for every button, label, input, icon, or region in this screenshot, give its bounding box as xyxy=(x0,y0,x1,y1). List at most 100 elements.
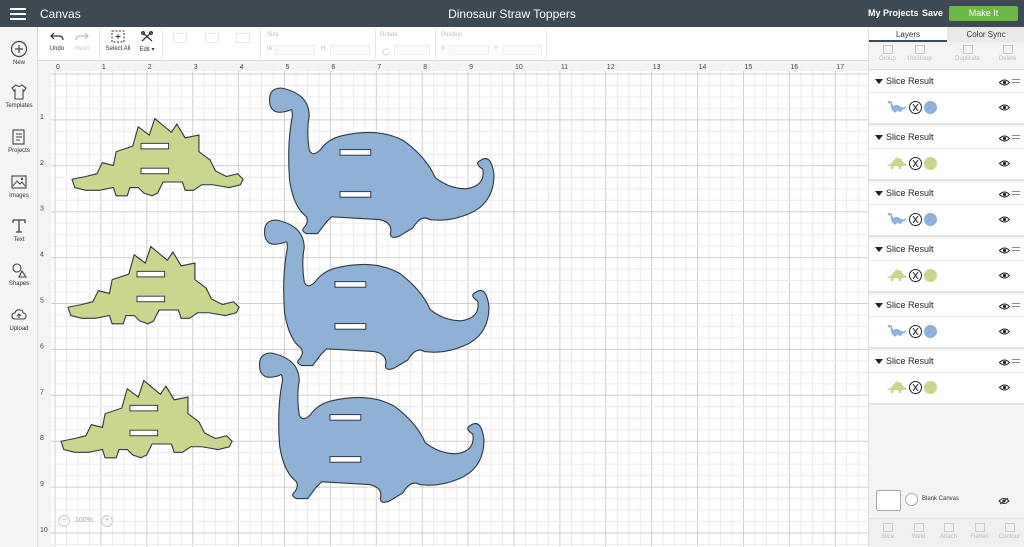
width-field[interactable] xyxy=(275,45,315,55)
my-projects-link[interactable]: My Projects xyxy=(868,8,919,18)
select-all-button[interactable]: Select All xyxy=(103,30,133,52)
layer-header[interactable]: Slice Result xyxy=(869,239,1024,261)
hamburger-menu-icon[interactable] xyxy=(10,8,26,20)
layer-color-swatch[interactable] xyxy=(924,101,937,114)
select-all-label: Select All xyxy=(105,46,131,52)
rotate-field[interactable] xyxy=(394,45,430,55)
layer-item[interactable] xyxy=(869,93,1024,124)
drag-handle-icon[interactable] xyxy=(1012,191,1020,197)
sidebar-item-upload[interactable]: Upload xyxy=(0,306,38,332)
eye-icon[interactable] xyxy=(999,328,1010,335)
eye-icon[interactable] xyxy=(999,303,1010,310)
tab-layers[interactable]: Layers xyxy=(869,27,947,42)
stegosaurus-shape[interactable] xyxy=(71,117,244,197)
brontosaurus-shape[interactable] xyxy=(258,352,485,504)
tab-color-sync[interactable]: Color Sync xyxy=(947,27,1024,42)
expand-triangle-icon[interactable] xyxy=(875,135,883,140)
stegosaurus-shape[interactable] xyxy=(60,379,233,459)
layer-color-swatch[interactable] xyxy=(924,269,937,282)
eye-icon[interactable] xyxy=(999,104,1010,111)
layer-item[interactable] xyxy=(869,149,1024,180)
canvas-color-circle[interactable] xyxy=(905,493,918,506)
flip-icon[interactable] xyxy=(232,31,254,55)
layer-header[interactable]: Slice Result xyxy=(869,183,1024,205)
layer-header[interactable]: Slice Result xyxy=(869,295,1024,317)
make-it-button[interactable]: Make It xyxy=(949,6,1018,21)
dinosaur-shapes[interactable] xyxy=(60,87,495,504)
brontosaurus-shape[interactable] xyxy=(268,87,495,239)
blank-canvas-row[interactable]: Blank Canvas xyxy=(869,487,1024,517)
y-position-field[interactable] xyxy=(502,45,542,55)
layer-color-swatch[interactable] xyxy=(924,157,937,170)
redo-button[interactable]: Redo xyxy=(71,30,93,52)
expand-triangle-icon[interactable] xyxy=(875,79,883,84)
save-button[interactable]: Save xyxy=(922,8,943,18)
sidebar-item-projects[interactable]: Projects xyxy=(0,128,38,154)
layer-group[interactable]: Slice Result xyxy=(869,295,1024,349)
expand-triangle-icon[interactable] xyxy=(875,247,883,252)
eye-icon[interactable] xyxy=(999,160,1010,167)
eye-icon[interactable] xyxy=(999,384,1010,391)
layer-group[interactable]: Slice Result xyxy=(869,351,1024,405)
canvas-grid[interactable]: 0 1 2 3 4 5 6 7 8 9 10 11 12 13 14 15 16 1712345678910 xyxy=(38,61,868,547)
eye-icon[interactable] xyxy=(999,135,1010,142)
design-canvas[interactable]: 0 1 2 3 4 5 6 7 8 9 10 11 12 13 14 15 16 17 1 2 3 4 5 6 7 8 9 10 xyxy=(38,61,868,547)
canvas-swatch[interactable] xyxy=(876,490,901,511)
layer-color-swatch[interactable] xyxy=(924,213,937,226)
group-button[interactable]: Group xyxy=(872,45,903,62)
flatten-button[interactable]: Flatten xyxy=(964,523,995,540)
drag-handle-icon[interactable] xyxy=(1012,359,1020,365)
eye-icon[interactable] xyxy=(999,79,1010,86)
layer-item[interactable] xyxy=(869,261,1024,292)
eye-icon[interactable] xyxy=(999,247,1010,254)
layer-header[interactable]: Slice Result xyxy=(869,71,1024,93)
slice-button[interactable]: Slice xyxy=(872,523,903,540)
layer-group[interactable]: Slice Result xyxy=(869,71,1024,125)
drag-handle-icon[interactable] xyxy=(1012,135,1020,141)
layer-color-swatch[interactable] xyxy=(924,381,937,394)
stegosaurus-shape[interactable] xyxy=(67,245,240,325)
zoom-in-button[interactable]: + xyxy=(101,515,113,527)
sidebar-item-shapes[interactable]: Shapes xyxy=(0,261,38,287)
layer-group[interactable]: Slice Result xyxy=(869,239,1024,293)
eye-icon[interactable] xyxy=(999,191,1010,198)
layer-group[interactable]: Slice Result xyxy=(869,127,1024,181)
expand-triangle-icon[interactable] xyxy=(875,359,883,364)
delete-button[interactable]: Delete xyxy=(992,45,1023,62)
drag-handle-icon[interactable] xyxy=(1012,303,1020,309)
sidebar-item-text[interactable]: Text xyxy=(0,217,38,243)
duplicate-button[interactable]: Duplicate xyxy=(952,45,983,62)
arrange-icon[interactable] xyxy=(198,31,226,55)
sidebar-item-images[interactable]: Images xyxy=(0,173,38,199)
expand-triangle-icon[interactable] xyxy=(875,303,883,308)
ungroup-button[interactable]: UnGroup xyxy=(904,45,935,62)
drag-handle-icon[interactable] xyxy=(1012,247,1020,253)
sidebar-item-templates[interactable]: Templates xyxy=(0,83,38,109)
eye-hidden-icon[interactable] xyxy=(998,497,1010,505)
eye-icon[interactable] xyxy=(999,216,1010,223)
layer-item[interactable] xyxy=(869,317,1024,348)
x-position-field[interactable] xyxy=(449,45,489,55)
layer-header[interactable]: Slice Result xyxy=(869,127,1024,149)
drag-handle-icon[interactable] xyxy=(1012,79,1020,85)
eye-icon[interactable] xyxy=(999,272,1010,279)
slice-label: Slice xyxy=(880,534,894,540)
contour-button[interactable]: Contour xyxy=(994,523,1024,540)
expand-triangle-icon[interactable] xyxy=(875,191,883,196)
weld-button[interactable]: Weld xyxy=(903,523,934,540)
edit-button[interactable]: Edit ▾ xyxy=(136,30,158,53)
layer-item[interactable] xyxy=(869,205,1024,236)
eye-icon[interactable] xyxy=(999,359,1010,366)
attach-button[interactable]: Attach xyxy=(933,523,964,540)
layer-group[interactable]: Slice Result xyxy=(869,183,1024,237)
ruler-tick-label: 7 xyxy=(40,389,44,396)
layer-color-swatch[interactable] xyxy=(924,325,937,338)
zoom-out-button[interactable]: − xyxy=(58,515,70,527)
align-icon[interactable] xyxy=(170,31,190,55)
straw-slot xyxy=(140,142,170,150)
sidebar-item-new[interactable]: New xyxy=(0,40,38,66)
undo-button[interactable]: Undo xyxy=(46,30,68,52)
height-field[interactable] xyxy=(330,45,370,55)
layer-header[interactable]: Slice Result xyxy=(869,351,1024,373)
layer-item[interactable] xyxy=(869,373,1024,404)
